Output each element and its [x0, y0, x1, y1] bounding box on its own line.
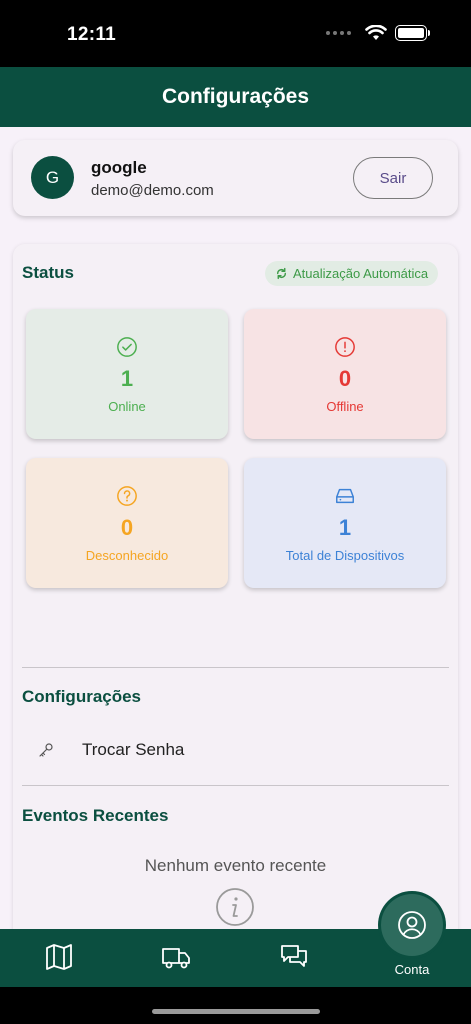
- help-circle-icon: [117, 486, 137, 506]
- status-card-unknown[interactable]: 0 Desconhecido: [26, 458, 228, 588]
- chat-icon: [281, 945, 307, 967]
- events-title: Eventos Recentes: [22, 806, 169, 825]
- status-bar: 12:11: [0, 0, 471, 67]
- avatar: G: [31, 156, 74, 199]
- status-title: Status: [22, 263, 74, 282]
- status-icons: [326, 25, 430, 41]
- settings-content[interactable]: G google demo@demo.com Sair Status Atual…: [0, 127, 471, 929]
- auto-update-label: Atualização Automática: [293, 266, 429, 281]
- check-circle-icon: [117, 337, 137, 357]
- battery-icon: [395, 25, 430, 41]
- wifi-icon: [365, 25, 387, 40]
- status-card-offline[interactable]: 0 Offline: [244, 309, 446, 439]
- nav-messages[interactable]: [274, 939, 314, 975]
- status-panel: Status Atualização Automática 1 Online 0…: [13, 244, 458, 929]
- settings-title: Configurações: [22, 687, 142, 706]
- change-password-item[interactable]: Trocar Senha: [22, 732, 449, 768]
- user-email: demo@demo.com: [91, 182, 214, 199]
- bottom-navigation: Conta: [0, 894, 471, 987]
- nav-account[interactable]: [381, 894, 443, 956]
- home-indicator[interactable]: [152, 1009, 320, 1014]
- online-label: Online: [108, 399, 146, 414]
- app-bar: Configurações: [0, 67, 471, 127]
- status-card-online[interactable]: 1 Online: [26, 309, 228, 439]
- status-time: 12:11: [67, 24, 117, 45]
- total-label: Total de Dispositivos: [285, 548, 405, 563]
- home-indicator-area: [0, 987, 471, 1024]
- logout-button[interactable]: Sair: [353, 157, 433, 199]
- status-card-total[interactable]: 1 Total de Dispositivos: [244, 458, 446, 588]
- no-events-text: Nenhum evento recente: [144, 856, 327, 875]
- refresh-icon: [277, 267, 286, 280]
- auto-update-badge[interactable]: Atualização Automática: [265, 261, 439, 286]
- total-count: 1: [338, 515, 352, 540]
- online-count: 1: [120, 366, 134, 391]
- nav-map[interactable]: [39, 939, 79, 975]
- truck-icon: [162, 948, 190, 969]
- nav-vehicles[interactable]: [156, 939, 196, 975]
- signal-dots-icon: [326, 31, 351, 35]
- info-icon: [216, 888, 254, 926]
- unknown-label: Desconhecido: [85, 548, 169, 563]
- nav-account-label: Conta: [394, 962, 430, 977]
- map-icon: [46, 944, 72, 970]
- user-card: G google demo@demo.com Sair: [13, 140, 458, 216]
- divider: [22, 667, 449, 668]
- change-password-label: Trocar Senha: [82, 740, 185, 759]
- divider: [22, 785, 449, 786]
- page-title: Configurações: [161, 85, 310, 108]
- key-icon: [39, 743, 53, 757]
- alert-circle-icon: [335, 337, 355, 357]
- offline-count: 0: [338, 366, 352, 391]
- account-icon: [398, 911, 426, 939]
- hard-drive-icon: [336, 488, 354, 504]
- offline-label: Offline: [326, 399, 364, 414]
- unknown-count: 0: [120, 515, 134, 540]
- user-name: google: [91, 158, 147, 177]
